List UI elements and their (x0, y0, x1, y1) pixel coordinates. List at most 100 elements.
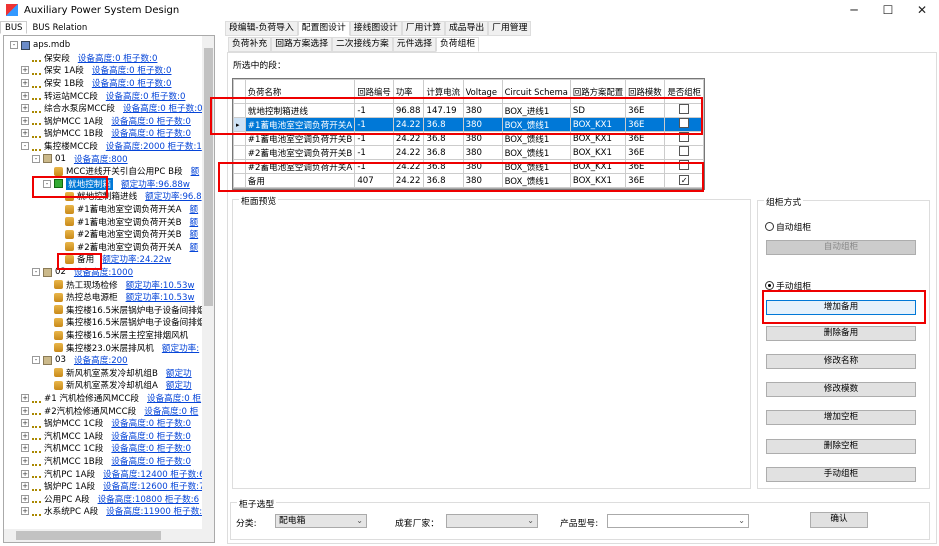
tree-node-label[interactable]: 集控楼16.5米层锅炉电子设备间排烟 (66, 304, 205, 316)
tree-node-label[interactable]: 汽机PC 1A段 (44, 468, 95, 480)
tree-node-info-link[interactable]: 设备高度:1000 (74, 266, 133, 278)
tree-node-label[interactable]: 集控楼23.0米层排风机 (66, 342, 154, 354)
tree-node[interactable]: - 集控楼MCC段 设备高度:2000 柜子数:1 (21, 140, 202, 153)
tree-node[interactable]: #2蓄电池室空调负荷开关B 额 (54, 228, 198, 241)
close-button[interactable]: ✕ (905, 0, 939, 20)
tree-node-label[interactable]: 新风机室蒸发冷却机组A (66, 379, 158, 391)
expand-icon[interactable]: + (21, 507, 29, 516)
tree-node[interactable]: + 保安 1B段 设备高度:0 柜子数:0 (21, 77, 172, 90)
tab-load-cabinet[interactable]: 负荷组柜 (436, 37, 480, 52)
tree-node-label[interactable]: #2蓄电池室空调负荷开关A (77, 241, 182, 253)
in-cabinet-checkbox-cell[interactable] (664, 145, 704, 160)
table-cell[interactable]: BOX_进线1 (501, 103, 571, 118)
tree-node-info-link[interactable]: 额 (191, 165, 200, 177)
tree-node[interactable]: - 03 设备高度:200 (32, 354, 128, 367)
tree-node-info-link[interactable]: 设备高度:0 柜子数:0 (92, 64, 172, 76)
tree-node[interactable]: + 综合水泵房MCC段 设备高度:0 柜子数:0 (21, 102, 203, 115)
tree-node[interactable]: + 锅炉MCC 1B段 设备高度:0 柜子数:0 (21, 127, 191, 140)
row-header[interactable] (233, 131, 246, 146)
category-select[interactable]: 配电箱 ⌄ (275, 514, 367, 528)
delete-empty-cabinet-button[interactable]: 删除空柜 (766, 439, 916, 454)
table-cell[interactable]: 380 (462, 173, 503, 188)
table-row[interactable]: 就地控制箱进线 -1 96.88 147.19 380 BOX_进线1 SD 36E (233, 103, 704, 118)
tree-node[interactable]: 集控楼16.5米层主控室排烟风机 (43, 329, 188, 342)
tree-node-info-link[interactable]: 设备高度:0 柜 (147, 392, 201, 404)
expand-icon[interactable]: + (21, 419, 29, 428)
tab-layout-design[interactable]: 配置图设计 (297, 21, 350, 36)
tree-node-label[interactable]: 锅炉MCC 1C段 (44, 417, 103, 429)
table-cell[interactable]: 36.8 (423, 173, 464, 188)
col-in-cabinet[interactable]: 是否组柜 (664, 79, 704, 104)
table-cell[interactable]: 24.22 (392, 117, 425, 132)
tree-node-label[interactable]: 锅炉MCC 1A段 (44, 115, 103, 127)
tree-node[interactable]: + 汽机MCC 1B段 设备高度:0 柜子数:0 (21, 455, 191, 468)
table-cell[interactable]: 36E (625, 117, 666, 132)
tree-node[interactable]: 新风机室蒸发冷却机组B 额定功 (43, 367, 192, 380)
table-cell[interactable]: 380 (462, 117, 503, 132)
tree-node-info-link[interactable]: 设备高度:200 (74, 354, 128, 366)
table-cell[interactable]: 备用 (244, 173, 356, 188)
tab-circuit-scheme[interactable]: 回路方案选择 (271, 37, 332, 52)
col-scheme-config[interactable]: 回路方案配置 (569, 79, 627, 104)
col-power[interactable]: 功率 (392, 79, 425, 104)
tree-node-label[interactable]: 保安 1B段 (44, 77, 84, 89)
table-cell[interactable]: 24.22 (392, 159, 425, 174)
row-header[interactable] (233, 159, 246, 174)
tree-node[interactable]: + 锅炉MCC 1A段 设备高度:0 柜子数:0 (21, 115, 191, 128)
table-cell[interactable]: 36.8 (423, 145, 464, 160)
tree-node[interactable]: + #1 汽机检修通风MCC段 设备高度:0 柜 (21, 392, 201, 405)
tree-node-info-link[interactable]: 额定功率:10.53w (126, 279, 195, 291)
table-cell[interactable]: -1 (354, 131, 394, 146)
table-cell[interactable]: BOX_馈线1 (501, 159, 571, 174)
table-cell[interactable]: BOX_馈线1 (501, 117, 571, 132)
col-modules[interactable]: 回路模数 (625, 79, 666, 104)
tree-node-info-link[interactable]: 设备高度:12600 柜子数:7 (103, 480, 205, 492)
table-cell[interactable]: -1 (354, 159, 394, 174)
tree-node-info-link[interactable]: 额 (190, 241, 199, 253)
collapse-icon[interactable]: - (21, 142, 29, 151)
table-row[interactable]: #1蓄电池室空调负荷开关B -1 24.22 36.8 380 BOX_馈线1 BOX_KX… (233, 131, 704, 146)
tab-plant-manage[interactable]: 厂用管理 (488, 21, 532, 36)
col-current[interactable]: 计算电流 (423, 79, 464, 104)
confirm-button[interactable]: 确认 (810, 512, 868, 528)
table-row[interactable]: #2蓄电池室空调负荷开关B -1 24.22 36.8 380 BOX_馈线1 BOX_KX… (233, 145, 704, 160)
table-row[interactable]: #2蓄电池室空调负荷开关A -1 24.22 36.8 380 BOX_馈线1 BOX_KX… (233, 159, 704, 174)
tab-bus-relation[interactable]: BUS Relation (27, 21, 92, 34)
table-cell[interactable]: #1蓄电池室空调负荷开关A (244, 117, 356, 132)
tree-node-label[interactable]: 公用PC A段 (44, 493, 90, 505)
tree-node[interactable]: - 02 设备高度:1000 (32, 266, 133, 279)
auto-cabinet-button[interactable]: 自动组柜 (766, 240, 916, 255)
manual-cabinet-button[interactable]: 手动组柜 (766, 467, 916, 482)
tree-node[interactable]: + 汽机MCC 1A段 设备高度:0 柜子数:0 (21, 430, 191, 443)
tree-node-info-link[interactable]: 设备高度:0 柜子数:0 (123, 102, 203, 114)
col-voltage[interactable]: Voltage (462, 79, 503, 104)
tree-node-label[interactable]: 汽机MCC 1A段 (44, 430, 103, 442)
tree-node-label[interactable]: 集控楼MCC段 (44, 140, 98, 152)
checkbox[interactable] (679, 160, 690, 170)
table-cell[interactable]: 24.22 (392, 131, 425, 146)
table-cell[interactable]: 407 (354, 173, 394, 188)
tree-node-info-link[interactable]: 设备高度:0 柜子数:0 (92, 77, 172, 89)
tree-node[interactable]: 新风机室蒸发冷却机组A 额定功 (43, 379, 192, 392)
table-cell[interactable]: #2蓄电池室空调负荷开关B (244, 145, 356, 160)
auto-radio[interactable]: 自动组柜 (765, 220, 811, 233)
tree-node-label[interactable]: 保安段 (44, 52, 70, 64)
tree-node-label[interactable]: 汽机MCC 1B段 (44, 455, 103, 467)
expand-icon[interactable]: + (21, 394, 29, 403)
expand-icon[interactable]: + (21, 104, 29, 113)
tree-node-label[interactable]: 保安 1A段 (44, 64, 84, 76)
collapse-icon[interactable]: - (10, 41, 18, 50)
tree-node-info-link[interactable]: 设备高度:0 柜子数:0 (106, 90, 186, 102)
tree-node[interactable]: 保安段 设备高度:0 柜子数:0 (21, 52, 157, 65)
table-cell[interactable]: BOX_KX1 (569, 173, 627, 188)
table-cell[interactable]: 380 (462, 159, 503, 174)
tree-node-label[interactable]: #1蓄电池室空调负荷开关B (77, 216, 182, 228)
manual-radio[interactable]: 手动组柜 (765, 279, 811, 292)
tree-node[interactable]: #1蓄电池室空调负荷开关A 额 (54, 203, 198, 216)
modify-modules-button[interactable]: 修改模数 (766, 382, 916, 397)
tree-horizontal-scrollbar[interactable] (4, 529, 214, 542)
tree-node[interactable]: 热工现场检修 额定功率:10.53w (43, 278, 194, 291)
tree-node-info-link[interactable]: 设备高度:0 柜子数:0 (111, 417, 191, 429)
table-cell[interactable]: BOX_馈线1 (501, 145, 571, 160)
tab-secondary-wiring[interactable]: 二次接线方案 (332, 37, 393, 52)
